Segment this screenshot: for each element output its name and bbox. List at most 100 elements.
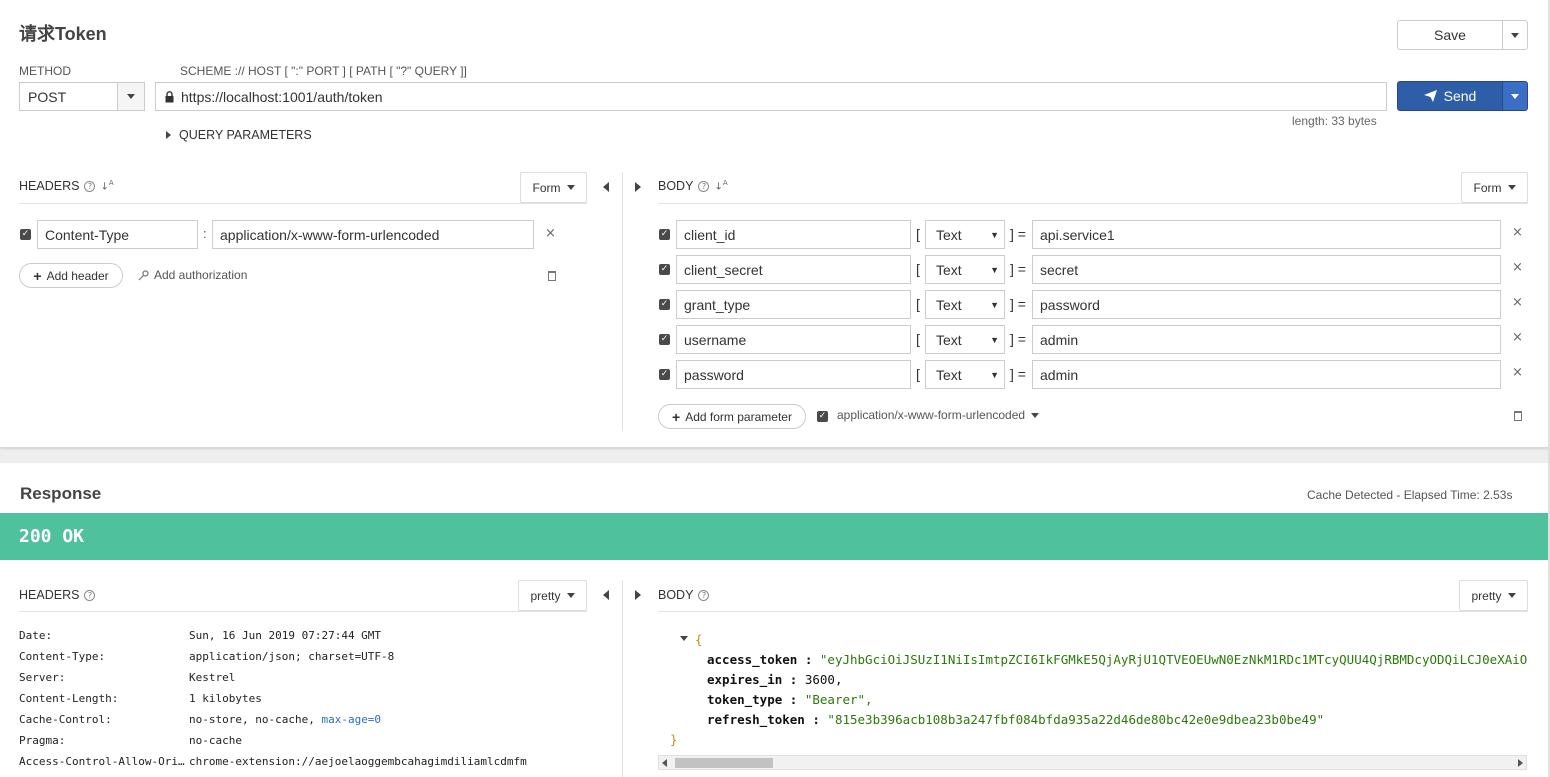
query-parameters-label: QUERY PARAMETERS [179, 128, 312, 142]
chevron-down-icon [566, 185, 575, 190]
query-parameters-toggle[interactable]: QUERY PARAMETERS [166, 128, 312, 142]
send-button[interactable]: Send [1397, 81, 1503, 111]
header-key: Date: [19, 629, 53, 642]
param-value-input[interactable]: secret [1032, 255, 1501, 284]
param-key-input[interactable]: grant_type [676, 290, 911, 319]
chevron-right-icon [166, 131, 171, 139]
param-enabled-checkbox[interactable]: ✓ [659, 299, 670, 310]
param-key-input[interactable]: username [676, 325, 911, 354]
headers-label: HEADERS [19, 588, 80, 602]
param-enabled-checkbox[interactable]: ✓ [659, 334, 670, 345]
header-value: Kestrel [189, 671, 236, 684]
collapse-left-icon[interactable] [603, 590, 609, 600]
chevron-down-icon: ▼ [990, 229, 999, 240]
add-authorization-label: Add authorization [154, 268, 248, 282]
json-value: "Bearer", [804, 692, 873, 707]
param-enabled-checkbox[interactable]: ✓ [659, 369, 670, 380]
header-key: Pragma: [19, 734, 66, 747]
help-icon[interactable]: ? [698, 180, 710, 192]
param-type-select[interactable]: Text ▼ [925, 325, 1005, 354]
list-item: ✓ client_secret [ Text ▼ ] = secret × [658, 255, 1528, 284]
param-value-input[interactable]: api.service1 [1032, 220, 1501, 249]
url-value: https://localhost:1001/auth/token [181, 88, 383, 105]
status-text: 200 OK [19, 526, 85, 547]
content-type-checkbox[interactable]: ✓ [817, 411, 828, 422]
scrollbar-thumb[interactable] [675, 758, 773, 768]
sort-icon[interactable]: ↓A [714, 179, 727, 192]
header-key: Server: [19, 671, 66, 684]
param-type-select[interactable]: Text ▼ [925, 255, 1005, 284]
response-headers-header: HEADERS ? [19, 588, 96, 602]
save-button[interactable]: Save [1397, 20, 1503, 50]
help-icon[interactable]: ? [84, 180, 96, 192]
splitter[interactable] [622, 172, 623, 430]
param-type-select[interactable]: Text ▼ [925, 220, 1005, 249]
remove-param-icon[interactable]: × [1512, 225, 1523, 240]
send-dropdown-button[interactable] [1502, 81, 1528, 111]
body-params-list: ✓ client_id [ Text ▼ ] = api.service1 × ✓… [658, 220, 1528, 390]
trash-icon[interactable] [548, 271, 556, 281]
collapse-left-icon[interactable] [603, 182, 609, 192]
response-body-mode-select[interactable]: pretty [1459, 580, 1528, 611]
json-key: token_type [707, 692, 783, 707]
header-name-input[interactable]: Content-Type [37, 220, 198, 249]
json-field: expires_in : 3600, [707, 672, 843, 687]
param-key-input[interactable]: client_id [676, 220, 911, 249]
remove-param-icon[interactable]: × [1512, 365, 1523, 380]
bracket-open: [ [916, 261, 920, 277]
param-type-select[interactable]: Text ▼ [925, 290, 1005, 319]
scroll-right-icon[interactable] [1518, 759, 1523, 767]
add-form-parameter-button[interactable]: + Add form parameter [658, 404, 806, 429]
scroll-left-icon[interactable] [662, 759, 667, 767]
param-value-input[interactable]: admin [1032, 360, 1501, 389]
remove-param-icon[interactable]: × [1512, 330, 1523, 345]
collapse-right-icon[interactable] [635, 182, 641, 192]
add-authorization-link[interactable]: Add authorization [138, 268, 247, 282]
param-enabled-checkbox[interactable]: ✓ [659, 229, 670, 240]
help-icon[interactable]: ? [84, 589, 96, 601]
param-key-input[interactable]: password [676, 360, 911, 389]
splitter[interactable] [622, 580, 623, 777]
remove-param-icon[interactable]: × [1512, 295, 1523, 310]
chevron-down-icon [1031, 412, 1040, 418]
body-mode-value: pretty [1471, 588, 1502, 603]
remove-header-icon[interactable]: × [545, 226, 556, 241]
header-value: Sun, 16 Jun 2019 07:27:44 GMT [189, 629, 382, 642]
param-enabled-checkbox[interactable]: ✓ [659, 264, 670, 275]
param-type-select[interactable]: Text ▼ [925, 360, 1005, 389]
remove-param-icon[interactable]: × [1512, 260, 1523, 275]
json-value: "eyJhbGciOiJSUzI1NiIsImtpZCI6IkFGMkE5QjA… [819, 652, 1528, 667]
param-value-input[interactable]: admin [1032, 325, 1501, 354]
url-input[interactable]: https://localhost:1001/auth/token [155, 82, 1387, 111]
list-item: Pragma: no-cache [19, 734, 609, 755]
plus-icon: + [672, 408, 681, 425]
divider [19, 203, 587, 204]
response-headers-mode-select[interactable]: pretty [518, 580, 587, 611]
list-item: Access-Control-Allow-Ori… chrome-extensi… [19, 755, 609, 776]
collapse-right-icon[interactable] [635, 590, 641, 600]
headers-mode-select[interactable]: Form [520, 172, 587, 203]
json-collapse-icon[interactable] [680, 636, 688, 641]
header-value-input[interactable]: application/x-www-form-urlencoded [212, 220, 534, 249]
body-label: BODY [658, 588, 694, 602]
add-header-button[interactable]: + Add header [19, 263, 123, 288]
bracket-open: [ [916, 296, 920, 312]
json-open-brace: { [695, 632, 703, 647]
horizontal-scrollbar[interactable] [658, 755, 1527, 770]
max-age-link[interactable]: max-age=0 [321, 713, 381, 726]
method-select[interactable]: POST [19, 82, 145, 111]
response-title: Response [20, 484, 102, 503]
chevron-down-icon[interactable] [117, 83, 144, 110]
method-value: POST [28, 88, 67, 105]
param-value-input[interactable]: password [1032, 290, 1501, 319]
save-dropdown-button[interactable] [1502, 20, 1528, 50]
header-enabled-checkbox[interactable]: ✓ [20, 229, 31, 240]
content-type-select[interactable]: application/x-www-form-urlencoded [837, 408, 1040, 422]
trash-icon[interactable] [1514, 411, 1522, 421]
body-mode-select[interactable]: Form [1461, 172, 1528, 203]
sort-icon[interactable]: ↓A [100, 179, 113, 192]
content-type-value: application/x-www-form-urlencoded [837, 408, 1026, 422]
add-form-parameter-label: Add form parameter [685, 409, 792, 424]
help-icon[interactable]: ? [698, 589, 710, 601]
param-key-input[interactable]: client_secret [676, 255, 911, 284]
